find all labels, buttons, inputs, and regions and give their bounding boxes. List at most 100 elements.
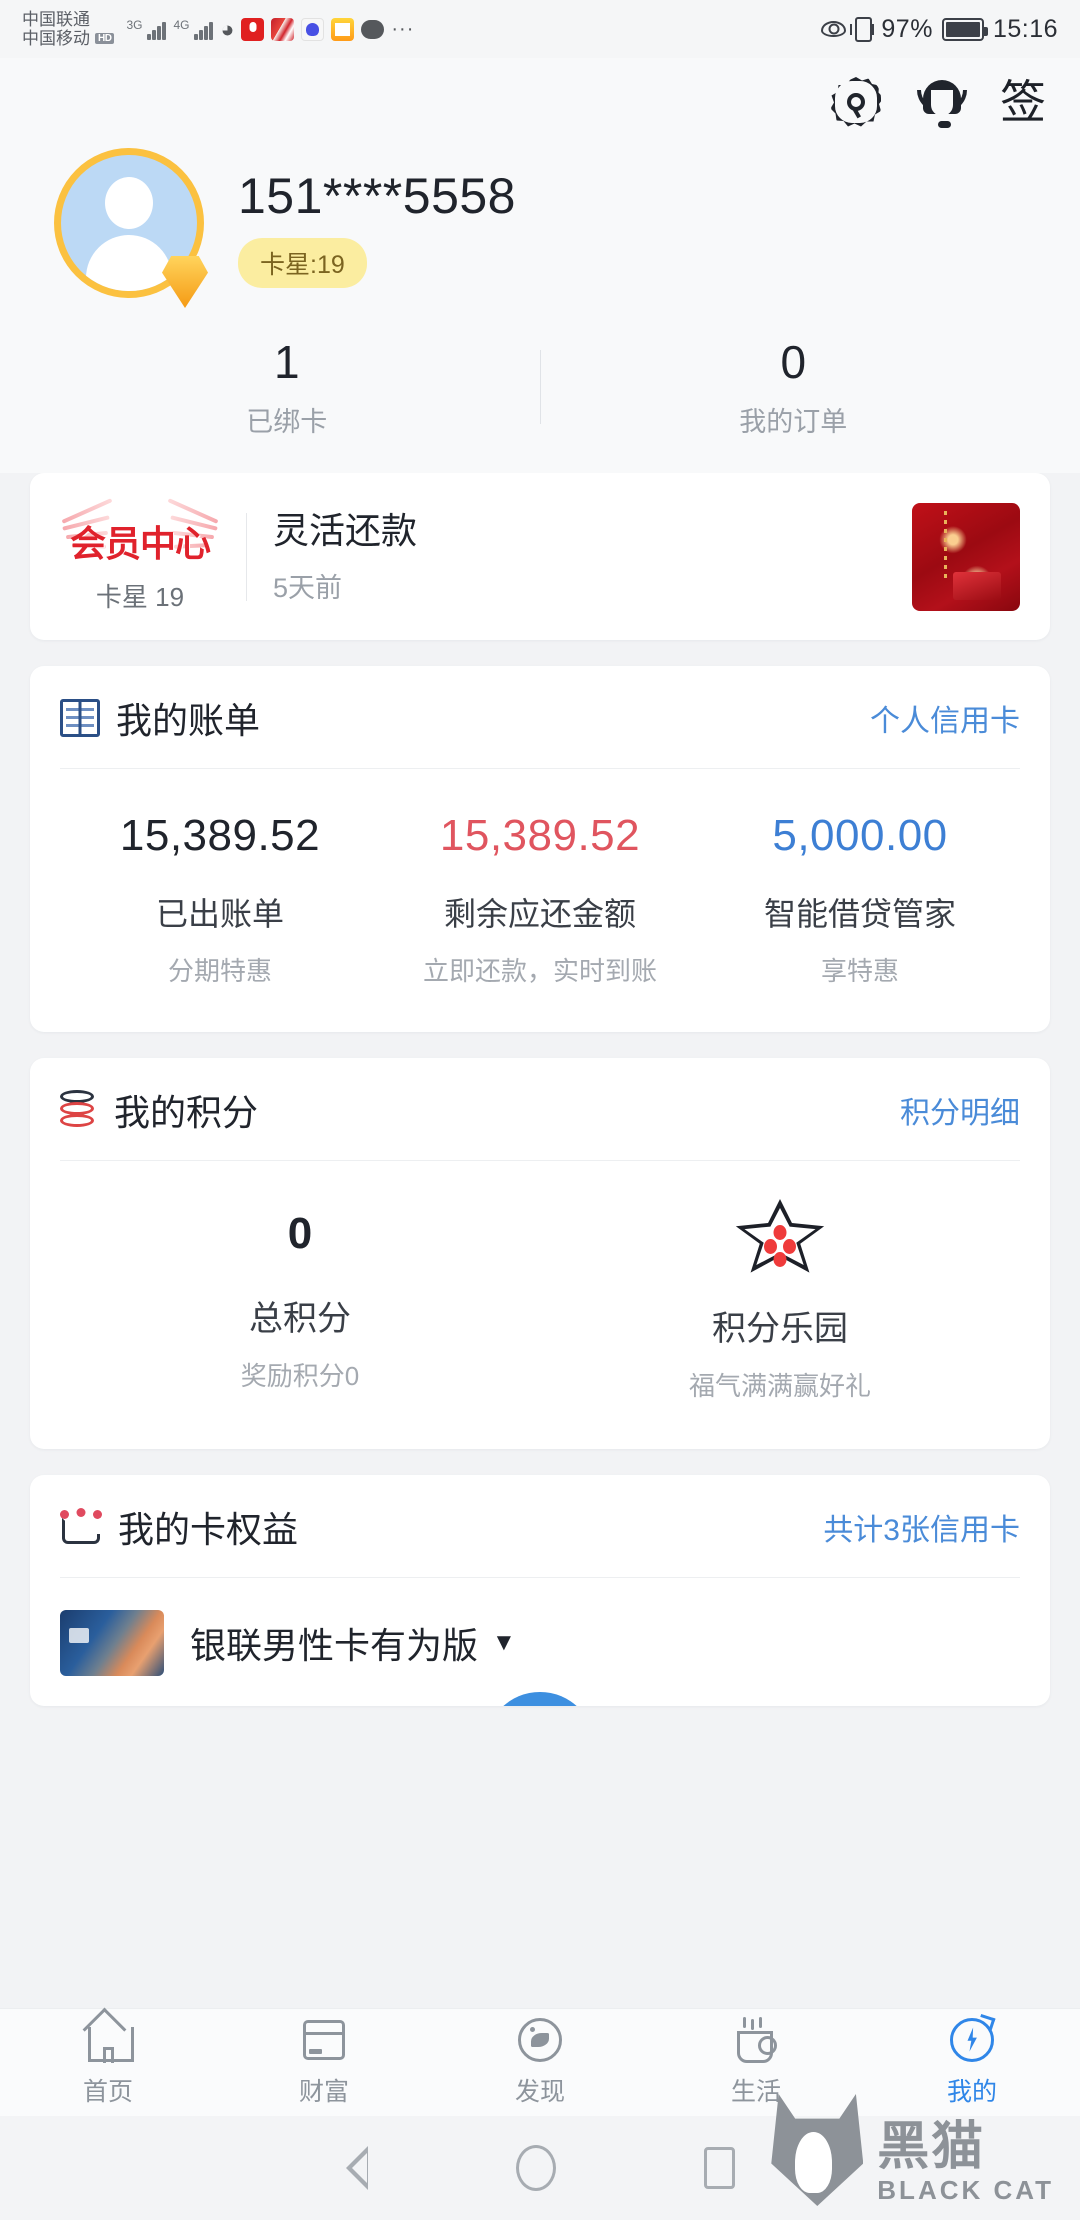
settings-gear-icon[interactable] xyxy=(828,74,884,130)
wings-graphic: 会员中心 xyxy=(60,498,220,573)
credit-card-thumbnail xyxy=(60,1610,164,1676)
stat-label: 我的订单 xyxy=(739,407,848,437)
amount-sub: 立即还款，实时到账 xyxy=(422,956,657,986)
user-icon xyxy=(949,2013,996,2063)
watermark-text: 黑猫 BLACK CAT xyxy=(877,2119,1054,2206)
points-total-column[interactable]: 0 总积分 奖励积分0 xyxy=(60,1199,540,1403)
discover-icon xyxy=(517,2017,563,2063)
news-app-icon xyxy=(271,17,295,41)
profile-info: 151****5558 卡星:19 xyxy=(204,148,516,288)
member-center-label: 会员中心 xyxy=(69,523,211,564)
bill-column-statement[interactable]: 15,389.52 已出账单 分期特惠 xyxy=(60,809,380,988)
member-card-time: 5天前 xyxy=(273,573,343,603)
tab-label: 发现 xyxy=(514,2078,565,2106)
member-card-divider xyxy=(246,512,247,601)
total-cards-link[interactable]: 共计3张信用卡 xyxy=(823,1505,1020,1549)
amount-value: 5,000.00 xyxy=(772,811,948,860)
tab-discover[interactable]: 发现 xyxy=(432,2017,648,2108)
points-detail-link[interactable]: 积分明细 xyxy=(900,1088,1020,1132)
avatar[interactable] xyxy=(54,148,208,308)
back-icon[interactable] xyxy=(345,2146,368,2190)
status-indicators: 3G 4G ◕ ··· xyxy=(126,15,415,42)
status-bar: 中国联通 中国移动 HD 3G 4G ◕ ··· 97% 15:16 xyxy=(0,0,1080,58)
stat-value: 0 xyxy=(780,336,807,388)
tab-label: 首页 xyxy=(82,2078,133,2106)
cup-icon xyxy=(733,2017,779,2063)
profile-header: 签 151****5558 卡星:19 1 已绑卡 0 我的订单 xyxy=(0,58,1080,473)
chevron-down-icon[interactable]: ▼ xyxy=(492,1629,516,1657)
bill-card-header: 我的账单 个人信用卡 xyxy=(60,666,1020,768)
personal-credit-card-link[interactable]: 个人信用卡 xyxy=(870,696,1020,740)
points-total-value: 0 xyxy=(287,1209,313,1258)
star-park-icon xyxy=(734,1199,826,1279)
profile-block: 151****5558 卡星:19 xyxy=(34,130,1046,308)
watermark-en: BLACK CAT xyxy=(877,2175,1054,2205)
points-total-sub: 奖励积分0 xyxy=(240,1361,360,1391)
member-card-title: 灵活还款 xyxy=(273,510,418,551)
amount-value: 15,389.52 xyxy=(119,811,321,860)
points-park-label: 积分乐园 xyxy=(712,1310,848,1348)
amount-sub: 享特惠 xyxy=(820,956,899,986)
recents-icon[interactable] xyxy=(703,2147,735,2189)
stat-bound-cards[interactable]: 1 已绑卡 xyxy=(34,334,540,439)
points-park-sub: 福气满满赢好礼 xyxy=(688,1371,871,1401)
carrier-2-label: 中国移动 xyxy=(22,29,90,48)
bill-card-title: 我的账单 xyxy=(116,700,261,741)
points-total-label: 总积分 xyxy=(249,1300,351,1338)
points-columns: 0 总积分 奖励积分0 积分乐园 福气满满赢好礼 xyxy=(60,1161,1020,1449)
card-icon xyxy=(301,2017,347,2063)
points-card-header: 我的积分 积分明细 xyxy=(60,1058,1020,1160)
amount-value: 15,389.52 xyxy=(439,811,641,860)
vibrate-icon xyxy=(850,16,875,42)
hd-badge: HD xyxy=(95,32,115,45)
phone-number: 151****5558 xyxy=(238,168,516,224)
battery-icon xyxy=(941,17,988,41)
bill-column-remaining[interactable]: 15,389.52 剩余应还金额 立即还款，实时到账 xyxy=(380,809,700,988)
signal-bars-1-icon xyxy=(147,18,167,40)
watermark-cn: 黑猫 xyxy=(877,2118,986,2176)
crown-icon xyxy=(60,1508,102,1544)
rights-card-header: 我的卡权益 共计3张信用卡 xyxy=(60,1475,1020,1577)
star-level-badge[interactable]: 卡星:19 xyxy=(238,238,367,288)
wifi-icon: ◕ xyxy=(220,15,235,42)
bill-columns: 15,389.52 已出账单 分期特惠 15,389.52 剩余应还金额 立即还… xyxy=(60,769,1020,1032)
tab-wealth[interactable]: 财富 xyxy=(216,2017,432,2108)
signal-bars-2-icon xyxy=(194,18,214,40)
header-actions: 签 xyxy=(34,58,1046,130)
battery-percent-label: 97% xyxy=(881,14,933,43)
rights-card-title: 我的卡权益 xyxy=(118,1509,299,1550)
home-icon xyxy=(85,2017,134,2063)
eye-care-icon xyxy=(821,19,847,39)
carrier-info: 中国联通 中国移动 HD xyxy=(22,10,115,48)
carrier-row-2: 中国移动 HD xyxy=(22,29,115,48)
carrier-1-label: 中国联通 xyxy=(22,9,90,29)
member-center-logo: 会员中心 卡星 19 xyxy=(60,498,220,614)
status-right: 97% 15:16 xyxy=(821,15,1058,44)
member-star-label: 卡星 19 xyxy=(95,582,185,612)
baidu-app-icon xyxy=(301,17,325,41)
tab-home[interactable]: 首页 xyxy=(0,2017,216,2108)
stat-my-orders[interactable]: 0 我的订单 xyxy=(541,334,1047,439)
points-card-title: 我的积分 xyxy=(114,1092,259,1133)
promo-thumbnail-image[interactable] xyxy=(912,502,1020,611)
amount-label: 已出账单 xyxy=(155,896,284,932)
network-3g-label: 3G xyxy=(126,17,143,32)
amount-label: 智能借贷管家 xyxy=(763,896,956,932)
black-cat-logo-icon xyxy=(771,2094,864,2206)
bill-icon xyxy=(60,699,100,737)
more-icons-ellipsis: ··· xyxy=(391,18,415,40)
points-park-column[interactable]: 积分乐园 福气满满赢好礼 xyxy=(540,1199,1020,1403)
member-center-card[interactable]: 会员中心 卡星 19 灵活还款 5天前 xyxy=(30,473,1050,640)
coins-icon xyxy=(60,1090,98,1130)
credit-card-selector-row[interactable]: 银联男性卡有为版 ▼ xyxy=(60,1578,1020,1706)
carrier-row-1: 中国联通 xyxy=(22,10,114,29)
home-circle-icon[interactable] xyxy=(515,2145,556,2191)
stats-row: 1 已绑卡 0 我的订单 xyxy=(34,298,1046,473)
music-app-icon xyxy=(241,17,265,41)
bill-column-loan-manager[interactable]: 5,000.00 智能借贷管家 享特惠 xyxy=(700,809,1020,988)
credit-card-name: 银联男性卡有为版 xyxy=(190,1625,479,1666)
my-bill-card: 我的账单 个人信用卡 15,389.52 已出账单 分期特惠 15,389.52… xyxy=(30,666,1050,1032)
stat-label: 已绑卡 xyxy=(246,407,328,437)
sign-in-button[interactable]: 签 xyxy=(1000,74,1046,130)
customer-service-icon[interactable] xyxy=(914,74,970,130)
